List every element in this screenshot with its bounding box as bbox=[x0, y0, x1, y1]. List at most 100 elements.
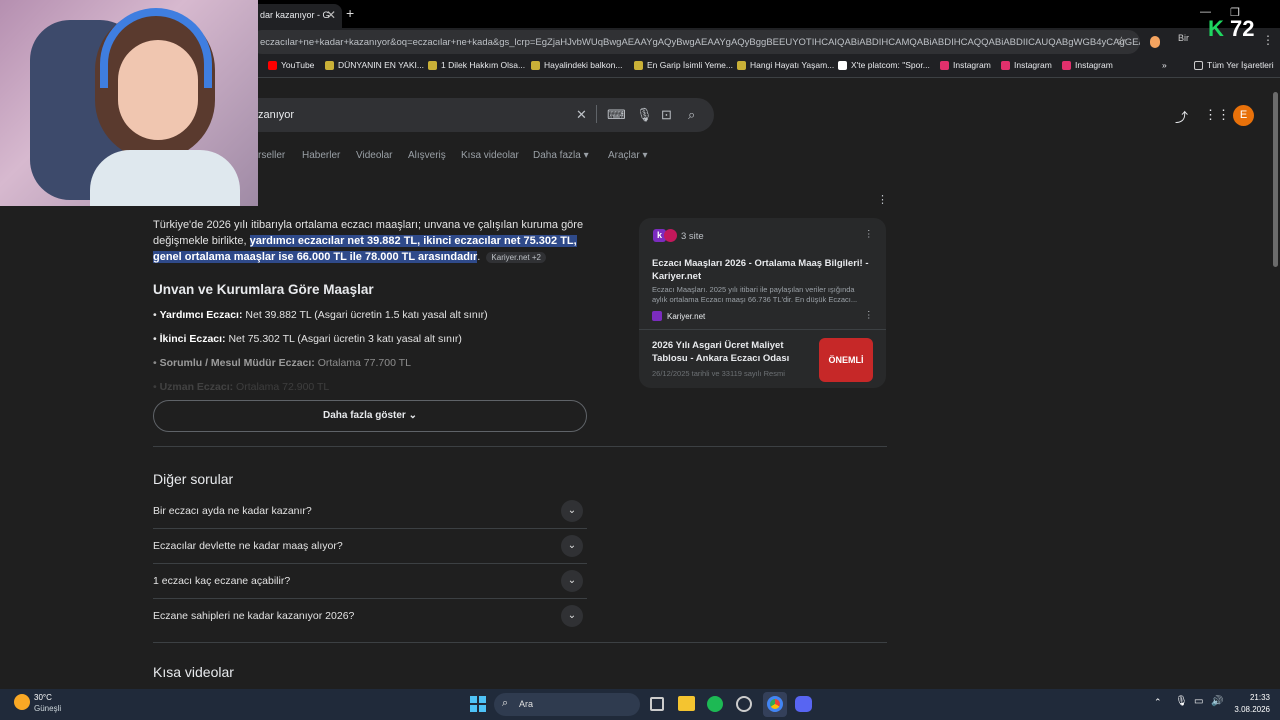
chevron-down-icon[interactable]: ⌄ bbox=[561, 570, 583, 592]
folder-icon bbox=[737, 60, 746, 70]
tab-news[interactable]: Haberler bbox=[302, 150, 340, 161]
headset bbox=[100, 8, 212, 88]
microphone-icon[interactable]: 🎙 bbox=[1175, 696, 1188, 707]
tab-videos[interactable]: Videolar bbox=[356, 150, 393, 161]
shirt bbox=[90, 150, 240, 206]
all-bookmarks[interactable]: Tüm Yer İşaretleri bbox=[1194, 60, 1274, 70]
lens-icon[interactable]: ⊡ bbox=[661, 107, 672, 123]
folder-icon bbox=[325, 60, 334, 70]
keyboard-icon[interactable]: ⌨ bbox=[607, 107, 626, 123]
kariyer-icon bbox=[652, 311, 662, 321]
faq-item[interactable]: 1 eczacı kaç eczane açabilir? ⌄ bbox=[153, 564, 587, 599]
answer-line-2: değişmekle birlikte, yardımcı eczacılar … bbox=[153, 235, 577, 247]
weather-temp: 30°C bbox=[34, 693, 52, 702]
more-options-icon[interactable]: ⋮ bbox=[864, 229, 874, 240]
search-query: zanıyor bbox=[258, 109, 295, 121]
tab-short-videos[interactable]: Kısa videolar bbox=[461, 150, 519, 161]
active-tab[interactable]: dar kazanıyor - G ✕ bbox=[250, 4, 342, 28]
task-view-icon[interactable] bbox=[650, 697, 664, 711]
tab-images[interactable]: rseller bbox=[258, 150, 285, 161]
x-icon bbox=[838, 60, 847, 70]
tab-more[interactable]: Daha fazla ▾ bbox=[533, 150, 589, 161]
instagram-icon bbox=[1062, 60, 1071, 70]
share-icon[interactable]: ⤴ bbox=[1175, 107, 1188, 126]
bookmark-item[interactable]: Instagram bbox=[1062, 60, 1113, 70]
app-icon[interactable] bbox=[736, 696, 752, 712]
faq-item[interactable]: Eczane sahipleri ne kadar kazanıyor 2026… bbox=[153, 599, 587, 634]
highlighted-answer: genel ortalama maaşlar ise 66.000 TL ile… bbox=[153, 251, 478, 263]
new-tab-button[interactable]: + bbox=[346, 5, 354, 21]
show-more-button[interactable]: Daha fazla göster ⌄ bbox=[153, 400, 587, 432]
profile-badge[interactable]: Bir bbox=[1178, 33, 1189, 43]
folder-icon bbox=[531, 60, 540, 70]
bookmark-item[interactable]: Hangi Hayatı Yaşam... bbox=[737, 60, 834, 70]
source-chip[interactable]: Kariyer.net +2 bbox=[486, 252, 546, 263]
faq-item[interactable]: Bir eczacı ayda ne kadar kazanır? ⌄ bbox=[153, 494, 587, 529]
weather-icon[interactable] bbox=[14, 694, 30, 710]
bookmark-item[interactable]: DÜNYANIN EN YAKI... bbox=[325, 60, 424, 70]
folder-icon bbox=[1194, 60, 1203, 70]
bookmark-item[interactable]: 1 Dilek Hakkım Olsa... bbox=[428, 60, 525, 70]
taskbar: 30°C Güneşli ⌕ Ara ⌃ 🎙 ▭ 🔊 21:33 3.08.20… bbox=[0, 689, 1280, 720]
volume-icon[interactable]: 🔊 bbox=[1211, 696, 1223, 707]
network-icon[interactable]: ▭ bbox=[1194, 696, 1203, 707]
chevron-down-icon[interactable]: ⌄ bbox=[561, 535, 583, 557]
tray-overflow-icon[interactable]: ⌃ bbox=[1154, 697, 1162, 708]
chevron-down-icon[interactable]: ⌄ bbox=[561, 605, 583, 627]
extension-icon[interactable] bbox=[1150, 36, 1160, 48]
bookmark-item[interactable]: YouTube bbox=[268, 60, 314, 70]
source-site: Kariyer.net bbox=[667, 312, 706, 321]
bookmark-item[interactable]: X'te platcom: "Spor... bbox=[838, 60, 930, 70]
webcam-overlay bbox=[0, 0, 258, 206]
clear-icon[interactable]: ✕ bbox=[576, 107, 587, 123]
chrome-icon bbox=[767, 696, 783, 712]
source-thumbnail[interactable]: ÖNEMLİ bbox=[819, 338, 873, 382]
source-count: 3 site bbox=[681, 231, 704, 242]
search-icon: ⌕ bbox=[502, 697, 509, 709]
tab-tools[interactable]: Araçlar ▾ bbox=[608, 150, 648, 161]
list-item: • İkinci Eczacı: Net 75.302 TL (Asgari ü… bbox=[153, 333, 462, 345]
clock-time[interactable]: 21:33 bbox=[1236, 693, 1270, 702]
apps-grid-icon[interactable]: ⋮⋮ bbox=[1204, 107, 1230, 123]
close-tab-icon[interactable]: ✕ bbox=[326, 8, 336, 22]
search-icon[interactable]: ⌕ bbox=[688, 107, 695, 123]
source-title[interactable]: 2026 Yılı Asgari Ücret Maliyet Tablosu -… bbox=[652, 339, 802, 365]
spotify-icon[interactable] bbox=[707, 696, 723, 712]
microphone-icon[interactable]: 🎙 bbox=[636, 107, 653, 123]
address-bar[interactable]: eczacılar+ne+kadar+kazanıyor&oq=eczacıla… bbox=[250, 30, 1140, 54]
chevron-down-icon[interactable]: ⌄ bbox=[561, 500, 583, 522]
source-title[interactable]: Eczacı Maaşları 2026 - Ortalama Maaş Bil… bbox=[652, 257, 872, 283]
bookmark-star-icon[interactable]: ☆ bbox=[1116, 34, 1127, 48]
bookmark-item[interactable]: Instagram bbox=[940, 60, 991, 70]
chevron-down-icon: ⌄ bbox=[408, 410, 417, 421]
file-explorer-icon[interactable] bbox=[678, 696, 695, 711]
divider bbox=[639, 329, 886, 330]
divider bbox=[153, 446, 887, 447]
folder-icon bbox=[428, 60, 437, 70]
browser-menu-icon[interactable]: ⋮ bbox=[1262, 33, 1274, 47]
bookmark-item[interactable]: En Garip İsimli Yeme... bbox=[634, 60, 733, 70]
bookmarks-overflow-icon[interactable]: » bbox=[1162, 60, 1167, 70]
tab-title: dar kazanıyor - G bbox=[260, 10, 330, 20]
url-text: eczacılar+ne+kadar+kazanıyor&oq=eczacıla… bbox=[260, 37, 1140, 48]
tab-shopping[interactable]: Alışveriş bbox=[408, 150, 446, 161]
avatar[interactable]: E bbox=[1233, 105, 1254, 126]
faq-item[interactable]: Eczacılar devlette ne kadar maaş alıyor?… bbox=[153, 529, 587, 564]
bookmark-item[interactable]: Hayalindeki balkon... bbox=[531, 60, 622, 70]
taskbar-search[interactable]: ⌕ Ara bbox=[494, 693, 640, 716]
discord-icon[interactable] bbox=[795, 696, 812, 712]
scrollbar-thumb[interactable] bbox=[1273, 92, 1278, 267]
windows-start-icon[interactable] bbox=[470, 696, 486, 712]
divider bbox=[153, 642, 887, 643]
instagram-icon bbox=[1001, 60, 1010, 70]
score-overlay: K 72 bbox=[1208, 16, 1255, 41]
k-logo-icon: K bbox=[1208, 16, 1224, 41]
more-options-icon[interactable]: ⋮ bbox=[864, 310, 874, 321]
divider bbox=[596, 105, 597, 123]
list-item: • Sorumlu / Mesul Müdür Eczacı: Ortalama… bbox=[153, 357, 411, 369]
bookmark-item[interactable]: Instagram bbox=[1001, 60, 1052, 70]
clock-date[interactable]: 3.08.2026 bbox=[1226, 705, 1270, 714]
source-snippet: Eczacı Maaşları. 2025 yılı itibari ile p… bbox=[652, 285, 858, 304]
youtube-icon bbox=[268, 60, 277, 70]
more-options-icon[interactable]: ⋮ bbox=[877, 193, 888, 206]
